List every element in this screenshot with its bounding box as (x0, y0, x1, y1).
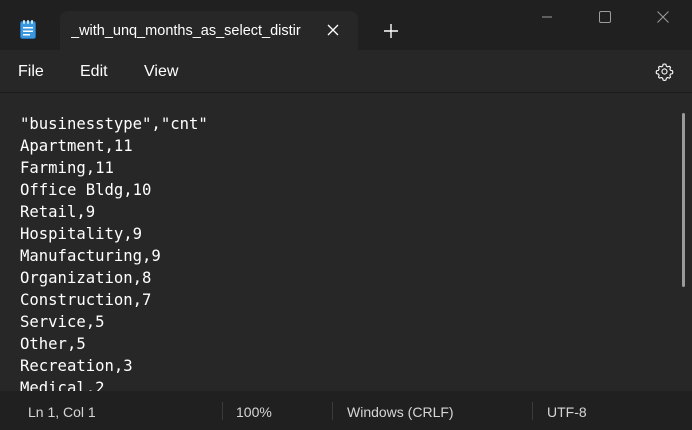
zoom-level[interactable]: 100% (236, 404, 272, 420)
tab-close-icon[interactable] (326, 23, 340, 37)
menu-file[interactable]: File (18, 63, 44, 81)
plus-icon (384, 24, 398, 38)
status-divider (532, 402, 533, 420)
status-divider (332, 402, 333, 420)
line-ending[interactable]: Windows (CRLF) (347, 404, 454, 420)
editor-content[interactable]: "businesstype","cnt" Apartment,11 Farmin… (20, 113, 208, 391)
notepad-icon (20, 20, 36, 39)
menu-bar: File Edit View (0, 50, 692, 92)
settings-button[interactable] (655, 62, 674, 81)
new-tab-button[interactable] (383, 23, 399, 39)
minimize-icon (542, 16, 552, 18)
minimize-button[interactable] (518, 0, 576, 34)
menu-edit[interactable]: Edit (80, 63, 108, 81)
tab-document[interactable]: _with_unq_months_as_select_distir (60, 11, 358, 50)
vertical-scrollbar[interactable] (682, 113, 685, 287)
close-icon (657, 11, 669, 23)
tab-title: _with_unq_months_as_select_distir (71, 23, 301, 39)
title-bar: _with_unq_months_as_select_distir (0, 0, 692, 50)
status-bar: Ln 1, Col 1 100% Windows (CRLF) UTF-8 (0, 392, 692, 430)
cursor-position[interactable]: Ln 1, Col 1 (28, 404, 96, 420)
menu-view[interactable]: View (144, 63, 178, 81)
maximize-button[interactable] (576, 0, 634, 34)
status-divider (222, 402, 223, 420)
gear-icon (655, 63, 674, 81)
close-window-button[interactable] (634, 0, 692, 34)
text-editor[interactable]: "businesstype","cnt" Apartment,11 Farmin… (0, 92, 692, 391)
encoding[interactable]: UTF-8 (547, 404, 587, 420)
maximize-icon (599, 11, 611, 23)
